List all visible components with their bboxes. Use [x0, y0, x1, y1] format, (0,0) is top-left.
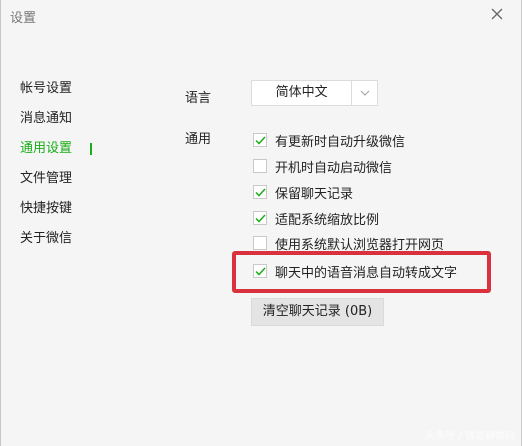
option-system-scaling-checkbox[interactable]	[253, 211, 267, 225]
language-selected-value: 简体中文	[275, 85, 328, 100]
sidebar-item-general[interactable]: 通用设置	[1, 134, 101, 164]
option-default-browser[interactable]: 使用系统默认浏览器打开网页	[253, 234, 445, 253]
sidebar-item-files[interactable]: 文件管理	[1, 164, 101, 194]
close-icon	[491, 8, 503, 20]
option-keep-history-checkbox[interactable]	[253, 185, 267, 199]
language-dropdown-toggle[interactable]	[351, 81, 377, 105]
option-keep-history-label: 保留聊天记录	[275, 186, 354, 202]
check-icon	[254, 187, 266, 197]
sidebar-item-account[interactable]: 帐号设置	[1, 74, 101, 104]
window-title: 设置	[10, 11, 37, 26]
clear-chat-history-button[interactable]: 清空聊天记录 (0B)	[251, 298, 384, 326]
option-default-browser-checkbox[interactable]	[253, 236, 267, 250]
check-icon	[254, 135, 266, 145]
watermark: 头条号 / 钱哥聊数码	[425, 431, 515, 442]
language-label: 语言	[185, 91, 212, 106]
close-button[interactable]	[487, 4, 507, 24]
title-bar: 设置	[1, 0, 521, 32]
option-system-scaling-label: 适配系统缩放比例	[275, 212, 380, 228]
option-keep-history[interactable]: 保留聊天记录	[253, 183, 354, 202]
sidebar-item-about[interactable]: 关于微信	[1, 224, 101, 254]
option-auto-start-checkbox[interactable]	[253, 159, 267, 173]
option-default-browser-label: 使用系统默认浏览器打开网页	[275, 237, 445, 253]
option-system-scaling[interactable]: 适配系统缩放比例	[253, 209, 380, 228]
settings-sidebar: 帐号设置 消息通知 通用设置 文件管理 快捷按键 关于微信	[1, 74, 101, 254]
settings-window: 设置 帐号设置 消息通知 通用设置 文件管理 快捷按键 关于微信 语言 简体中文…	[0, 0, 522, 446]
general-label: 通用	[185, 132, 212, 147]
sidebar-item-shortcuts[interactable]: 快捷按键	[1, 194, 101, 224]
option-auto-update-label: 有更新时自动升级微信	[275, 134, 406, 150]
check-icon	[254, 213, 266, 223]
language-select[interactable]: 简体中文	[251, 80, 378, 106]
chevron-down-icon	[360, 90, 370, 96]
highlight-annotation-box	[232, 251, 491, 293]
option-auto-start[interactable]: 开机时自动启动微信	[253, 157, 393, 176]
option-auto-start-label: 开机时自动启动微信	[275, 160, 393, 176]
sidebar-item-notifications[interactable]: 消息通知	[1, 104, 101, 134]
option-auto-update[interactable]: 有更新时自动升级微信	[253, 131, 406, 150]
option-auto-update-checkbox[interactable]	[253, 133, 267, 147]
